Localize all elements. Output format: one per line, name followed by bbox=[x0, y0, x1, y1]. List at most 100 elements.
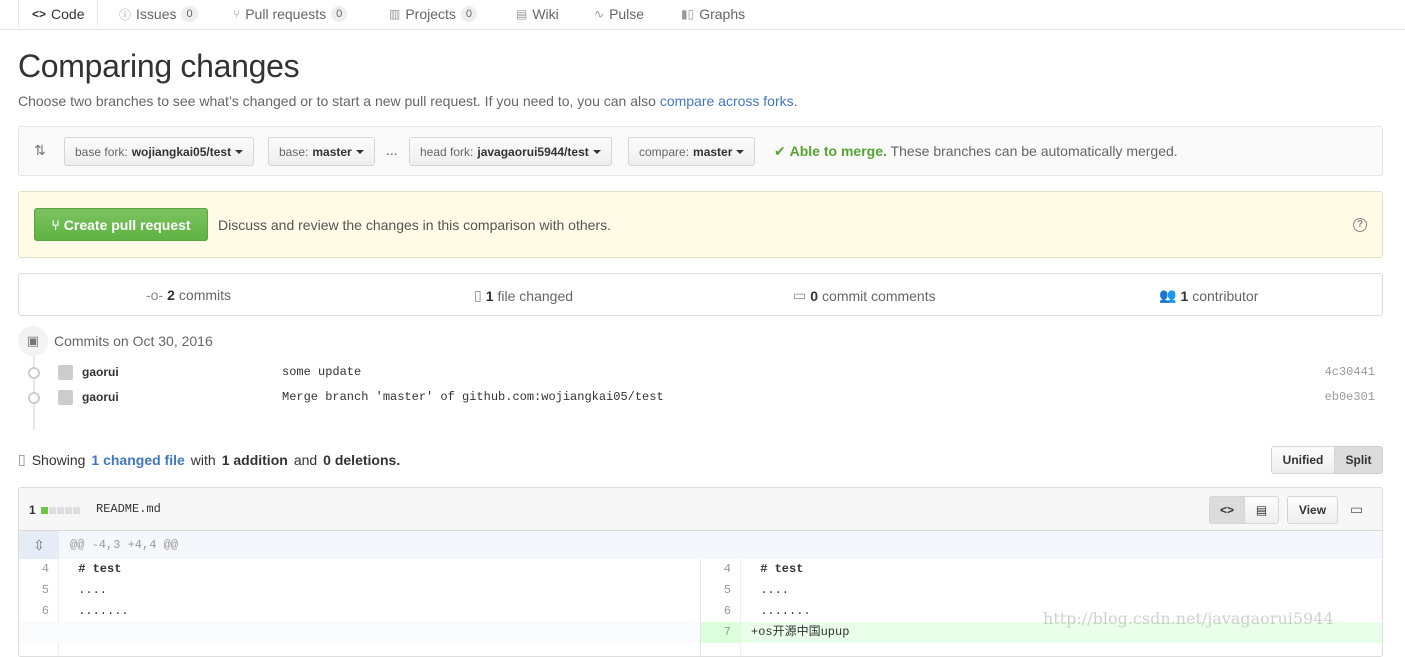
commit-sha[interactable]: eb0e301 bbox=[1325, 390, 1375, 404]
line-number[interactable]: 4 bbox=[701, 559, 741, 580]
split-view-button[interactable]: Split bbox=[1335, 446, 1383, 474]
avatar[interactable] bbox=[58, 390, 73, 405]
repo-push-icon: ▣ bbox=[18, 326, 48, 356]
tab-projects[interactable]: ▥ Projects 0 bbox=[389, 0, 478, 29]
commit-icon: -o- bbox=[146, 287, 164, 303]
tab-label: Wiki bbox=[532, 6, 559, 22]
desktop-icon[interactable]: ▭ bbox=[1350, 501, 1363, 518]
base-fork-select[interactable]: base fork: wojiangkai05/test bbox=[64, 137, 255, 166]
hunk-range: @@ -4,3 +4,4 @@ bbox=[70, 538, 179, 552]
commits-summary[interactable]: -o- 2 commits bbox=[146, 287, 231, 303]
diff-line: 4 # test bbox=[701, 559, 1382, 580]
issue-icon: ⓘ bbox=[119, 7, 132, 22]
tab-issues[interactable]: ⓘ Issues 0 bbox=[119, 0, 198, 29]
line-code: ....... bbox=[753, 604, 811, 618]
rich-diff-button[interactable]: ▤ bbox=[1244, 496, 1279, 524]
file-diff: 1 README.md <> ▤ View ▭ ⇳ @@ -4,3 +4,4 @… bbox=[18, 487, 1383, 657]
create-pull-request-button[interactable]: ⑂ Create pull request bbox=[34, 208, 208, 241]
expand-icon[interactable]: ⇳ bbox=[19, 531, 59, 559]
base-branch-select[interactable]: base: master bbox=[268, 137, 375, 166]
diffstat-neutral-block bbox=[72, 506, 80, 514]
check-icon: ✔ bbox=[774, 143, 786, 159]
line-number[interactable]: 6 bbox=[19, 601, 59, 622]
commit-dot-icon bbox=[28, 392, 40, 404]
unified-view-button[interactable]: Unified bbox=[1271, 446, 1335, 474]
diffstat: 1 bbox=[29, 503, 81, 517]
caret-down-icon bbox=[592, 149, 601, 154]
file-header: 1 README.md <> ▤ View ▭ bbox=[19, 488, 1382, 531]
merge-status-label: Able to merge. bbox=[789, 143, 887, 159]
commit-sha[interactable]: 4c30441 bbox=[1325, 365, 1375, 379]
diff-line: 4 # test bbox=[19, 559, 700, 580]
additions-count: 1 addition bbox=[221, 451, 288, 468]
compare-across-forks-link[interactable]: compare across forks bbox=[660, 93, 794, 109]
commit-author[interactable]: gaorui bbox=[82, 390, 119, 404]
contributors-count: 1 bbox=[1180, 287, 1189, 304]
line-number[interactable]: 4 bbox=[19, 559, 59, 580]
diffstat-add-block bbox=[40, 506, 48, 514]
question-icon[interactable]: ? bbox=[1353, 218, 1367, 232]
commits-label: commits bbox=[178, 287, 232, 303]
avatar[interactable] bbox=[58, 365, 73, 380]
commit-row: gaorui some update 4c30441 bbox=[28, 364, 1378, 382]
select-label: compare: bbox=[639, 144, 690, 159]
select-value: master bbox=[693, 144, 733, 159]
select-label: head fork: bbox=[420, 144, 474, 159]
line-code: # test bbox=[753, 562, 804, 576]
select-value: javagaorui5944/test bbox=[477, 144, 589, 159]
head-fork-select[interactable]: head fork: javagaorui5944/test bbox=[409, 137, 612, 166]
tab-code[interactable]: <> Code bbox=[18, 0, 99, 27]
commits-day-header: ▣ Commits on Oct 30, 2016 bbox=[18, 326, 213, 356]
pulse-icon: ∿ bbox=[594, 7, 605, 21]
files-label: file changed bbox=[497, 287, 574, 304]
compare-branch-select[interactable]: compare: master bbox=[628, 137, 756, 166]
tab-label: Issues bbox=[136, 6, 177, 22]
and-label: and bbox=[293, 451, 318, 468]
files-changed-summary: ▯ Showing 1 changed file with 1 addition… bbox=[18, 451, 400, 468]
commit-message[interactable]: Merge branch 'master' of github.com:woji… bbox=[282, 390, 664, 404]
tab-graphs[interactable]: ▮▯ Graphs bbox=[681, 0, 745, 29]
subtitle-period: . bbox=[793, 93, 798, 109]
repo-nav: <> Code ⓘ Issues 0 ⑂ Pull requests 0 ▥ P… bbox=[0, 0, 1405, 30]
graph-icon: ▮▯ bbox=[681, 7, 695, 21]
line-number[interactable]: 5 bbox=[19, 580, 59, 601]
file-name[interactable]: README.md bbox=[96, 502, 161, 516]
showing-label: Showing bbox=[31, 451, 86, 468]
file-icon: ▤ bbox=[1255, 503, 1268, 517]
comments-summary[interactable]: ▭ 0 commit comments bbox=[793, 287, 936, 304]
button-label: Create pull request bbox=[63, 216, 191, 233]
line-number[interactable]: 5 bbox=[701, 580, 741, 601]
caret-down-icon bbox=[355, 149, 364, 154]
compare-arrows-icon: ⇅ bbox=[34, 142, 46, 158]
changed-files-link[interactable]: 1 changed file bbox=[91, 452, 184, 468]
create-pr-box: ⑂ Create pull request Discuss and review… bbox=[18, 191, 1383, 258]
code-icon: <> bbox=[1219, 503, 1234, 517]
comments-label: commit comments bbox=[822, 287, 936, 304]
summary-period: . bbox=[396, 451, 401, 468]
contributors-summary[interactable]: 👥 1 contributor bbox=[1159, 287, 1258, 304]
select-label: base: bbox=[279, 144, 309, 159]
merge-status-message: These branches can be automatically merg… bbox=[890, 143, 1178, 159]
view-file-button[interactable]: View bbox=[1287, 496, 1338, 524]
line-code: .... bbox=[753, 583, 790, 597]
files-summary[interactable]: ▯ 1 file changed bbox=[474, 287, 573, 304]
hunk-header: ⇳ @@ -4,3 +4,4 @@ bbox=[19, 531, 1382, 559]
diff-line: 5 .... bbox=[701, 580, 1382, 601]
tab-label: Pull requests bbox=[245, 6, 327, 22]
source-view-button[interactable]: <> bbox=[1209, 496, 1245, 524]
merge-status: ✔ Able to merge. These branches can be a… bbox=[774, 143, 1178, 160]
tab-wiki[interactable]: ▤ Wiki bbox=[516, 0, 559, 29]
tab-pulse[interactable]: ∿ Pulse bbox=[594, 0, 644, 29]
line-code: ....... bbox=[71, 604, 129, 618]
line-number[interactable]: 7 bbox=[701, 622, 741, 643]
commit-author[interactable]: gaorui bbox=[82, 365, 119, 379]
diffstat-neutral-block bbox=[48, 506, 56, 514]
line-number[interactable]: 6 bbox=[701, 601, 741, 622]
file-diff-icon: ▯ bbox=[474, 287, 482, 303]
numbers-summary: -o- 2 commits ▯ 1 file changed ▭ 0 commi… bbox=[18, 273, 1383, 316]
commit-message[interactable]: some update bbox=[282, 365, 361, 379]
comment-icon: ▭ bbox=[793, 287, 807, 303]
select-value: wojiangkai05/test bbox=[131, 144, 232, 159]
tab-counter: 0 bbox=[460, 6, 478, 22]
tab-pull-requests[interactable]: ⑂ Pull requests 0 bbox=[233, 0, 348, 29]
